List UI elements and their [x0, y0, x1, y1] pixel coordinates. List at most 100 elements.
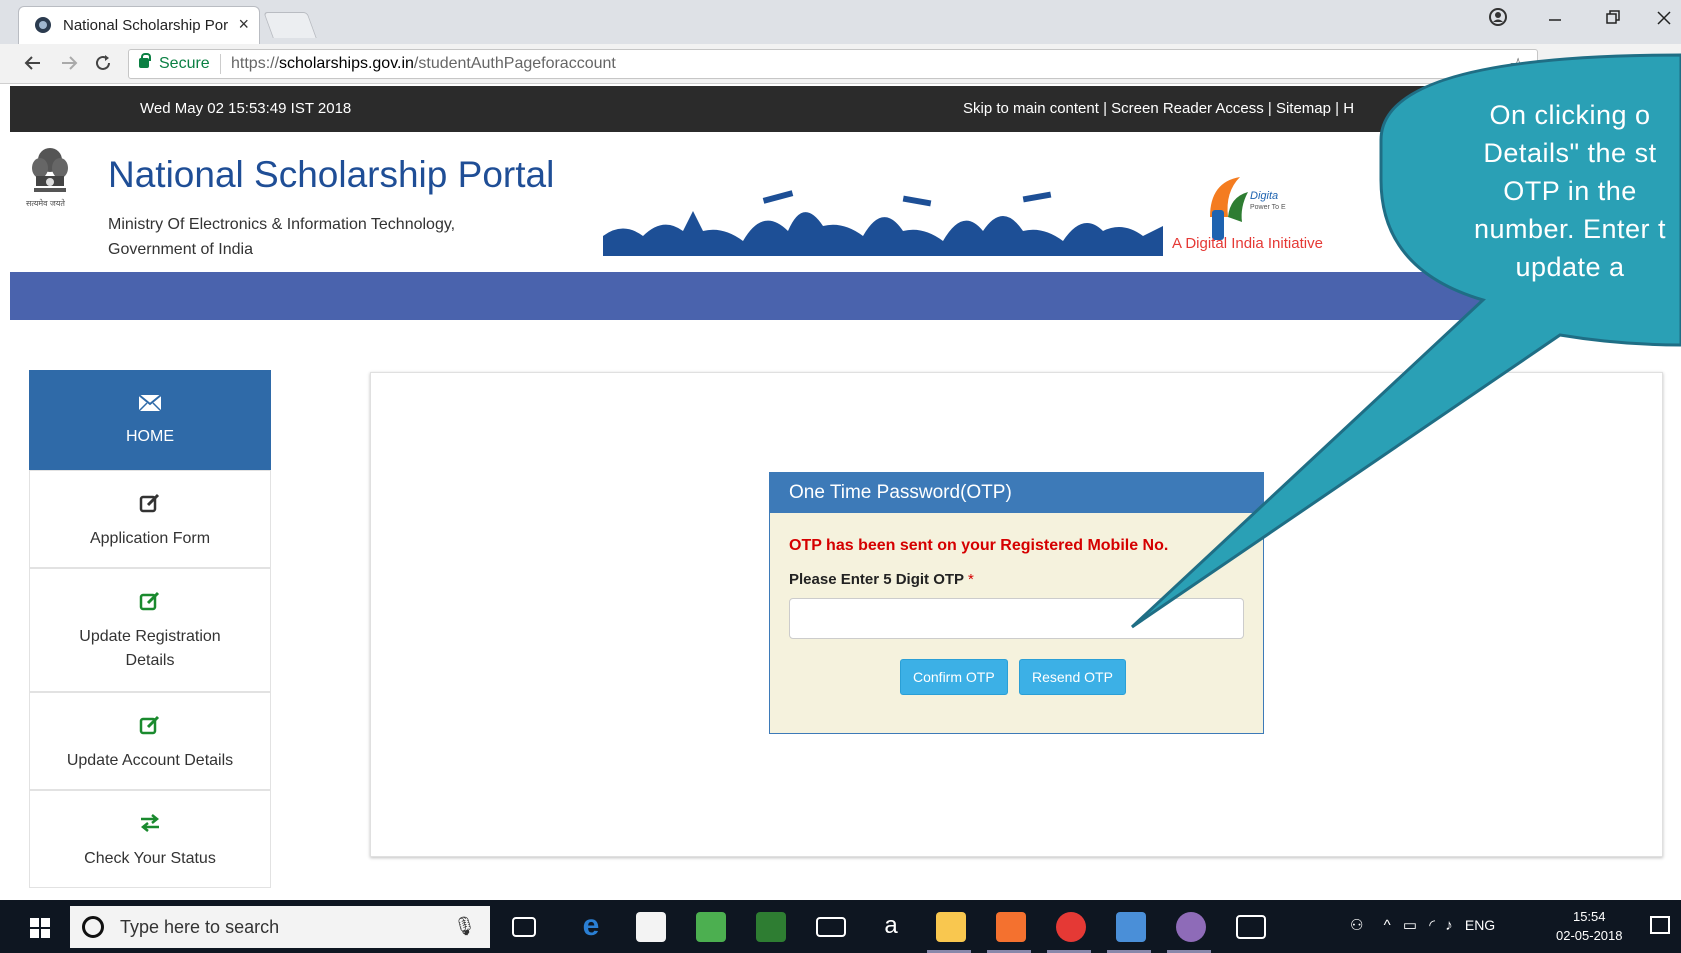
taskbar-search-box[interactable]: Type here to search 🎙 [70, 906, 490, 948]
secure-label: Secure [159, 55, 210, 72]
tab-title: National Scholarship Por [63, 17, 228, 34]
taskbar-search-placeholder: Type here to search [120, 917, 280, 937]
ministry-line-1: Ministry Of Electronics & Information Te… [108, 216, 456, 233]
callout-line-1: On clicking o [1489, 100, 1651, 130]
edge-browser-icon[interactable]: e [576, 911, 606, 942]
digital-india-caption: A Digital India Initiative [1172, 235, 1323, 252]
screen: National Scholarship Por × Secure https:… [0, 0, 1681, 953]
ministry-text: Ministry Of Electronics & Information Te… [108, 212, 455, 262]
browser-tab-bar: National Scholarship Por × [0, 0, 1681, 44]
otp-panel-heading: One Time Password(OTP) [770, 473, 1263, 513]
restore-icon[interactable] [1606, 8, 1620, 33]
edit-icon [30, 713, 270, 743]
language-indicator[interactable]: ENG [1465, 917, 1495, 933]
wifi-icon[interactable]: ◜ [1429, 917, 1435, 934]
site-header: सत्यमेव जयते National Scholarship Portal… [10, 132, 1681, 272]
url-text: https://scholarships.gov.in/studentAuthP… [231, 55, 616, 73]
resend-otp-button[interactable]: Resend OTP [1019, 659, 1126, 695]
browser-toolbar: Secure https://scholarships.gov.in/stude… [0, 44, 1681, 84]
callout-text: On clicking o Details" the st OTP in the… [1440, 96, 1681, 286]
clock-time: 15:54 [1572, 909, 1606, 924]
graduates-banner-image [603, 190, 1163, 256]
volume-icon[interactable]: ♪ [1445, 917, 1453, 934]
chevron-up-icon[interactable]: ^ [1384, 917, 1391, 934]
sidebar-item-label: Application Form [89, 530, 211, 547]
ministry-line-2: Government of India [108, 241, 253, 258]
sidebar-item-update-registration[interactable]: Update Registration Details [29, 568, 271, 692]
system-tray[interactable]: ⚇ ^ ▭ ◜ ♪ ENG [1350, 916, 1495, 934]
sidebar-item-label: Check Your Status [84, 850, 216, 867]
sidebar-item-label: HOME [126, 428, 174, 445]
confirm-otp-button[interactable]: Confirm OTP [900, 659, 1008, 695]
photos-app-icon[interactable] [696, 912, 726, 942]
address-bar[interactable]: Secure https://scholarships.gov.in/stude… [128, 49, 1538, 79]
back-icon[interactable] [22, 52, 44, 78]
url-path: /studentAuthPageforaccount [413, 55, 616, 72]
callout-line-3: OTP in the [1503, 176, 1637, 206]
paint-app-icon[interactable] [1176, 912, 1206, 942]
sidebar-item-label: Details [125, 652, 175, 669]
people-icon[interactable]: ⚇ [1350, 917, 1363, 934]
envelope-icon [30, 393, 270, 419]
sidebar-item-label: Update Account Details [66, 752, 234, 769]
gallery-app-icon[interactable] [1236, 915, 1266, 939]
otp-panel: One Time Password(OTP) OTP has been sent… [769, 472, 1264, 734]
cortana-icon [82, 916, 104, 938]
clock-date: 02-05-2018 [1556, 928, 1623, 943]
forward-icon[interactable] [58, 52, 80, 78]
site-favicon-icon [35, 17, 51, 33]
sidebar-item-application-form[interactable]: Application Form [29, 470, 271, 568]
sidebar-item-label: Update Registration [79, 628, 221, 645]
callout-line-4: number. Enter t [1473, 214, 1667, 244]
current-datetime: Wed May 02 15:53:49 IST 2018 [140, 100, 352, 117]
site-title[interactable]: National Scholarship Portal [108, 154, 554, 196]
presentation-app-icon[interactable] [996, 912, 1026, 942]
emblem-caption: सत्यमेव जयते [26, 199, 65, 208]
file-explorer-icon[interactable] [936, 912, 966, 942]
task-view-icon[interactable] [512, 917, 536, 937]
new-tab-button[interactable] [263, 12, 317, 38]
url-host: scholarships.gov.in [279, 55, 414, 72]
accessibility-links[interactable]: Skip to main content | Screen Reader Acc… [963, 100, 1354, 117]
app-blue-icon[interactable] [1116, 912, 1146, 942]
reload-icon[interactable] [92, 52, 114, 78]
site-top-bar: Wed May 02 15:53:49 IST 2018 Skip to mai… [10, 86, 1681, 132]
otp-field-label: Please Enter 5 Digit OTP * [789, 571, 974, 588]
windows-taskbar: Type here to search 🎙 e a ⚇ ^ ▭ ◜ ♪ ENG … [0, 900, 1681, 953]
minimize-icon[interactable] [1548, 8, 1562, 33]
bookmark-star-icon[interactable]: ☆ [1509, 53, 1527, 78]
callout-line-2: Details" the st [1483, 138, 1657, 168]
lock-icon [139, 53, 151, 68]
mail-icon[interactable] [816, 917, 846, 937]
notifications-icon[interactable] [1650, 916, 1670, 934]
callout-line-5: update a [1515, 252, 1625, 282]
chrome-icon[interactable] [1056, 912, 1086, 942]
address-separator [220, 54, 221, 74]
digital-india-tagline: Power To E [1250, 204, 1286, 211]
url-scheme: https:// [231, 55, 280, 72]
notebook-app-icon[interactable] [756, 912, 786, 942]
edit-icon [30, 491, 270, 521]
required-mark: * [967, 571, 974, 588]
sidebar-item-update-account[interactable]: Update Account Details [29, 692, 271, 790]
sidebar-item-home[interactable]: HOME [29, 370, 271, 470]
otp-sent-message: OTP has been sent on your Registered Mob… [789, 537, 1169, 554]
sidebar-item-check-status[interactable]: Check Your Status [29, 790, 271, 888]
profile-icon[interactable] [1488, 7, 1508, 32]
site-nav-band [10, 272, 1681, 320]
store-icon[interactable] [636, 912, 666, 942]
browser-tab[interactable]: National Scholarship Por × [18, 6, 260, 44]
otp-label-text: Please Enter 5 Digit OTP [789, 571, 964, 588]
microphone-icon[interactable]: 🎙 [453, 916, 476, 937]
otp-input[interactable] [789, 598, 1244, 639]
tab-close-icon[interactable]: × [238, 14, 249, 35]
sidebar-nav: HOME Application Form Update Registratio… [29, 370, 271, 890]
windows-start-icon[interactable] [30, 918, 50, 938]
national-emblem-logo: सत्यमेव जयते [26, 146, 70, 236]
digital-india-wordmark: Digita [1250, 190, 1279, 202]
battery-icon[interactable]: ▭ [1403, 917, 1417, 934]
close-window-icon[interactable] [1656, 8, 1672, 33]
system-clock[interactable]: 15:54 02-05-2018 [1556, 907, 1623, 945]
amazon-icon[interactable]: a [876, 912, 906, 942]
edit-icon [30, 589, 270, 619]
